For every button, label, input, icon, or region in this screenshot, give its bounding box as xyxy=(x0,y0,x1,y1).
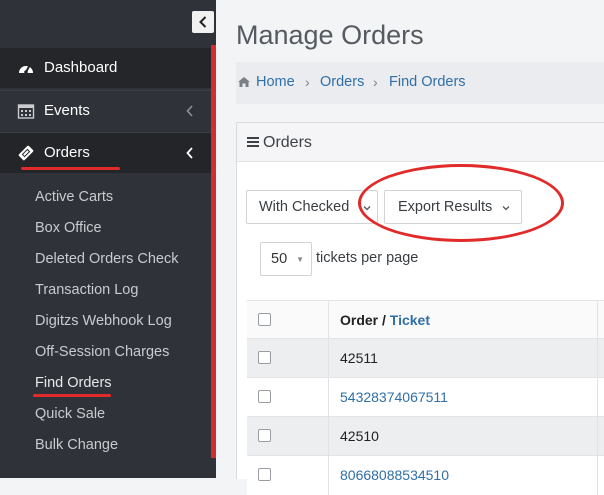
breadcrumb-separator: › xyxy=(373,74,378,90)
row-checkbox[interactable] xyxy=(258,390,271,403)
sidebar-subitem-find-orders[interactable]: Find Orders xyxy=(35,375,112,391)
row-checkbox[interactable] xyxy=(258,468,271,481)
dashboard-icon xyxy=(19,65,33,74)
ticket-number-link[interactable]: 54328374067511 xyxy=(340,389,448,405)
page-title: Manage Orders xyxy=(236,20,424,50)
column-divider xyxy=(328,378,329,417)
header-separator: / xyxy=(378,312,390,328)
find-orders-underline-annotation xyxy=(33,394,111,397)
sidebar-subitem-box-office[interactable]: Box Office xyxy=(35,220,102,236)
page-size-select[interactable]: 50 ▼ xyxy=(260,242,312,276)
sidebar-item-label: Dashboard xyxy=(44,59,118,76)
breadcrumb-find-orders[interactable]: Find Orders xyxy=(389,74,466,90)
table-row: 42511 xyxy=(247,338,604,378)
panel-header: Orders xyxy=(237,123,604,162)
sidebar-subitem-quick-sale[interactable]: Quick Sale xyxy=(35,406,105,422)
order-number: 42511 xyxy=(340,350,378,366)
ticket-icon xyxy=(18,145,34,161)
orders-table: Order / Ticket 42511 54328374067511 4251… xyxy=(247,300,604,495)
caret-down-icon: ▼ xyxy=(296,255,304,264)
sidebar-subitem-deleted-orders-check[interactable]: Deleted Orders Check xyxy=(35,251,178,267)
export-results-highlight-annotation xyxy=(358,164,564,242)
sidebar-subitem-active-carts[interactable]: Active Carts xyxy=(35,189,113,205)
column-divider xyxy=(597,378,598,417)
breadcrumb-home[interactable]: Home xyxy=(256,74,295,90)
ticket-number-link[interactable]: 80668088534510 xyxy=(340,467,449,483)
sidebar-subitem-transaction-log[interactable]: Transaction Log xyxy=(35,282,138,298)
ticket-header-link[interactable]: Ticket xyxy=(390,312,430,328)
with-checked-label: With Checked xyxy=(259,199,350,215)
column-divider xyxy=(597,456,598,495)
column-divider xyxy=(597,301,598,339)
main-content: Manage Orders Home › Orders › Find Order… xyxy=(216,0,604,495)
sidebar-collapse-button[interactable] xyxy=(192,11,214,33)
column-divider xyxy=(328,339,329,378)
select-all-checkbox[interactable] xyxy=(258,313,271,326)
order-header-text: Order xyxy=(340,312,379,328)
column-divider xyxy=(328,301,329,339)
sidebar-item-events[interactable]: Events xyxy=(0,90,211,131)
row-checkbox[interactable] xyxy=(258,429,271,442)
row-checkbox[interactable] xyxy=(258,351,271,364)
table-row: 80668088534510 xyxy=(247,455,604,495)
chevron-left-icon xyxy=(186,105,193,117)
table-row: 54328374067511 xyxy=(247,377,604,417)
bars-icon xyxy=(247,137,259,147)
panel-title: Orders xyxy=(263,134,312,151)
order-ticket-header[interactable]: Order / Ticket xyxy=(340,312,430,328)
calendar-icon xyxy=(17,104,35,119)
sidebar: Dashboard Events Orders Active Carts Box… xyxy=(0,0,216,478)
sidebar-item-label: Orders xyxy=(44,144,90,161)
order-number: 42510 xyxy=(340,428,379,444)
column-divider xyxy=(597,339,598,378)
column-divider xyxy=(597,417,598,456)
breadcrumb-orders[interactable]: Orders xyxy=(320,74,364,90)
sidebar-subitem-digitzs-webhook-log[interactable]: Digitzs Webhook Log xyxy=(35,313,172,329)
chevron-left-icon xyxy=(186,147,193,159)
column-divider xyxy=(328,456,329,495)
sidebar-subitem-bulk-change[interactable]: Bulk Change xyxy=(35,437,118,453)
table-row: 42510 xyxy=(247,416,604,456)
table-header-row: Order / Ticket xyxy=(247,300,604,339)
sidebar-item-dashboard[interactable]: Dashboard xyxy=(0,48,211,88)
page-size-label: tickets per page xyxy=(316,250,419,266)
home-icon xyxy=(238,77,250,87)
breadcrumb-separator: › xyxy=(305,74,310,90)
orders-underline-annotation xyxy=(21,167,120,170)
sidebar-item-label: Events xyxy=(44,102,90,119)
column-divider xyxy=(328,417,329,456)
page-size-value: 50 xyxy=(271,251,288,267)
sidebar-subitem-off-session-charges[interactable]: Off-Session Charges xyxy=(35,344,169,360)
chevron-left-icon xyxy=(199,16,207,28)
